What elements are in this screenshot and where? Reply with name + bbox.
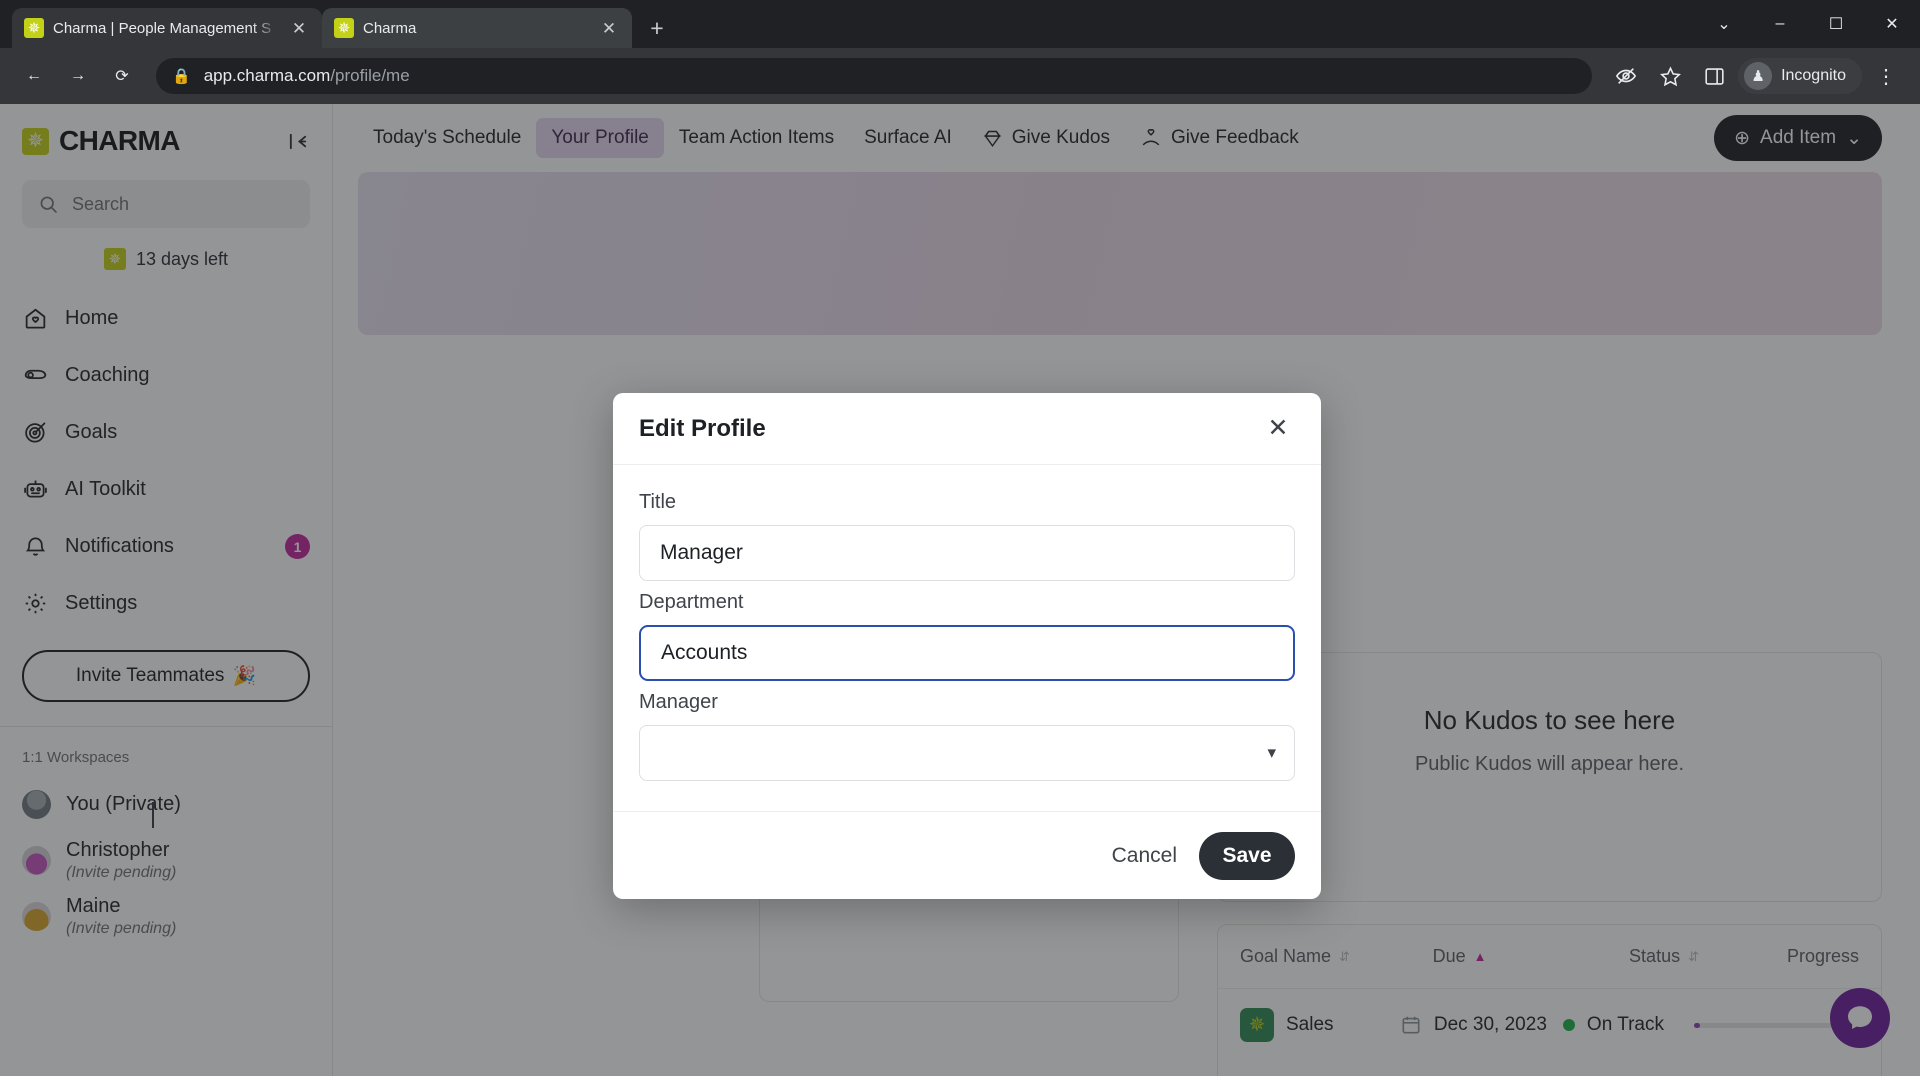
edit-profile-modal: Edit Profile ✕ Title Manager Department … xyxy=(613,393,1321,899)
browser-toolbar: ← → ⟳ 🔒 app.charma.com/profile/me ♟ Inco… xyxy=(0,48,1920,104)
bookmark-star-icon[interactable] xyxy=(1650,56,1690,96)
field-label: Title xyxy=(639,491,677,513)
incognito-avatar-icon: ♟ xyxy=(1744,62,1773,90)
browser-tab-2[interactable]: ✵ Charma ✕ xyxy=(322,8,632,48)
minimize-button[interactable]: – xyxy=(1752,4,1808,44)
address-bar[interactable]: 🔒 app.charma.com/profile/me xyxy=(156,58,1593,94)
field-title: Title Manager xyxy=(639,491,1295,581)
third-party-cookie-blocked-icon[interactable] xyxy=(1606,56,1646,96)
incognito-label: Incognito xyxy=(1781,67,1846,84)
chevron-down-icon: ▾ xyxy=(1267,743,1276,762)
tab-list-chevron-icon[interactable]: ⌄ xyxy=(1696,4,1752,44)
modal-body: Title Manager Department Accounts Manage… xyxy=(613,465,1321,811)
forward-icon[interactable]: → xyxy=(58,56,98,96)
window-controls: ⌄ – ☐ ✕ xyxy=(1696,4,1920,44)
modal-footer: Cancel Save xyxy=(613,811,1321,899)
charma-star-icon: ✵ xyxy=(24,18,44,38)
department-input-value: Accounts xyxy=(661,641,748,664)
side-panel-icon[interactable] xyxy=(1694,56,1734,96)
field-label: Department xyxy=(639,591,744,613)
new-tab-button[interactable]: + xyxy=(640,11,674,45)
field-department: Department Accounts xyxy=(639,591,1295,681)
browser-tab-2-title: Charma xyxy=(363,19,417,37)
window-close-button[interactable]: ✕ xyxy=(1864,4,1920,44)
manager-select[interactable]: ▾ xyxy=(639,725,1295,781)
close-icon[interactable]: ✕ xyxy=(598,17,620,39)
incognito-profile-chip[interactable]: ♟ Incognito xyxy=(1738,58,1862,94)
modal-title: Edit Profile xyxy=(639,414,766,442)
browser-tabstrip: ✵ Charma | People Management S ✕ ✵ Charm… xyxy=(0,0,1920,48)
title-input-value: Manager xyxy=(660,541,743,564)
browser-tab-1[interactable]: ✵ Charma | People Management S ✕ xyxy=(12,8,322,48)
field-label: Manager xyxy=(639,691,718,713)
reload-icon[interactable]: ⟳ xyxy=(102,56,142,96)
back-icon[interactable]: ← xyxy=(14,56,54,96)
lock-icon: 🔒 xyxy=(172,68,191,85)
maximize-button[interactable]: ☐ xyxy=(1808,4,1864,44)
save-button[interactable]: Save xyxy=(1199,831,1295,880)
field-manager: Manager ▾ xyxy=(639,691,1295,781)
close-icon[interactable]: ✕ xyxy=(1261,412,1295,446)
title-input[interactable]: Manager xyxy=(639,525,1295,581)
text-cursor xyxy=(152,802,154,828)
chrome-menu-icon[interactable]: ⋮ xyxy=(1866,56,1906,96)
charma-star-icon: ✵ xyxy=(334,18,354,38)
address-bar-url: app.charma.com/profile/me xyxy=(203,66,410,85)
browser-chrome: ✵ Charma | People Management S ✕ ✵ Charm… xyxy=(0,0,1920,104)
cancel-button[interactable]: Cancel xyxy=(1112,844,1177,868)
close-icon[interactable]: ✕ xyxy=(288,17,310,39)
page-viewport: ✵ CHARMA Search ✵ 13 days left Home Coac… xyxy=(0,104,1920,1076)
browser-tab-1-title: Charma | People Management S xyxy=(53,19,272,37)
department-input[interactable]: Accounts xyxy=(639,625,1295,681)
modal-header: Edit Profile ✕ xyxy=(613,393,1321,465)
